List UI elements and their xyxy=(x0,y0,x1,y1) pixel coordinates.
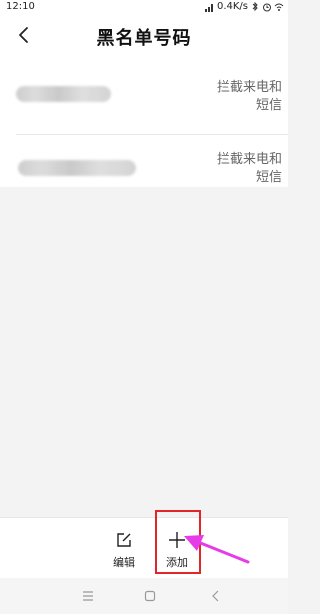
block-type-line: 短信 xyxy=(255,98,282,113)
system-nav-bar xyxy=(0,578,288,614)
home-icon xyxy=(144,590,156,602)
menu-button[interactable] xyxy=(79,587,97,605)
network-speed: 0.4K/s xyxy=(216,1,248,12)
pointer-arrow-icon xyxy=(184,535,250,564)
nav-back-button[interactable] xyxy=(207,587,225,605)
wifi-icon xyxy=(274,2,284,12)
page-title: 黑名单号码 xyxy=(96,28,192,49)
list-item[interactable]: 拦截来电和 短信 xyxy=(0,134,288,197)
block-type: 拦截来电和 短信 xyxy=(202,151,282,187)
menu-icon xyxy=(83,591,93,601)
title-bar: 黑名单号码 xyxy=(0,14,288,60)
alarm-icon xyxy=(262,2,272,12)
block-type-line: 拦截来电和 xyxy=(216,80,282,95)
bluetooth-icon xyxy=(250,1,260,12)
block-type: 拦截来电和 短信 xyxy=(202,79,282,115)
home-button[interactable] xyxy=(141,587,159,605)
blacklist: 拦截来电和 短信 拦截来电和 短信 xyxy=(0,60,288,187)
edit-icon xyxy=(117,533,131,547)
back-icon xyxy=(212,590,219,602)
edit-button[interactable]: 编辑 xyxy=(102,525,146,571)
blurred-phone-number xyxy=(18,160,136,176)
signal-icon xyxy=(204,2,215,12)
list-item[interactable]: 拦截来电和 短信 xyxy=(0,62,288,125)
blurred-phone-number xyxy=(16,86,111,102)
block-type-line: 短信 xyxy=(255,170,282,185)
status-time: 12:10 xyxy=(6,1,35,12)
status-indicators: 0.4K/s xyxy=(204,0,284,14)
edit-label: 编辑 xyxy=(113,556,135,569)
status-bar: 12:10 0.4K/s xyxy=(0,0,288,14)
block-type-line: 拦截来电和 xyxy=(216,152,282,167)
